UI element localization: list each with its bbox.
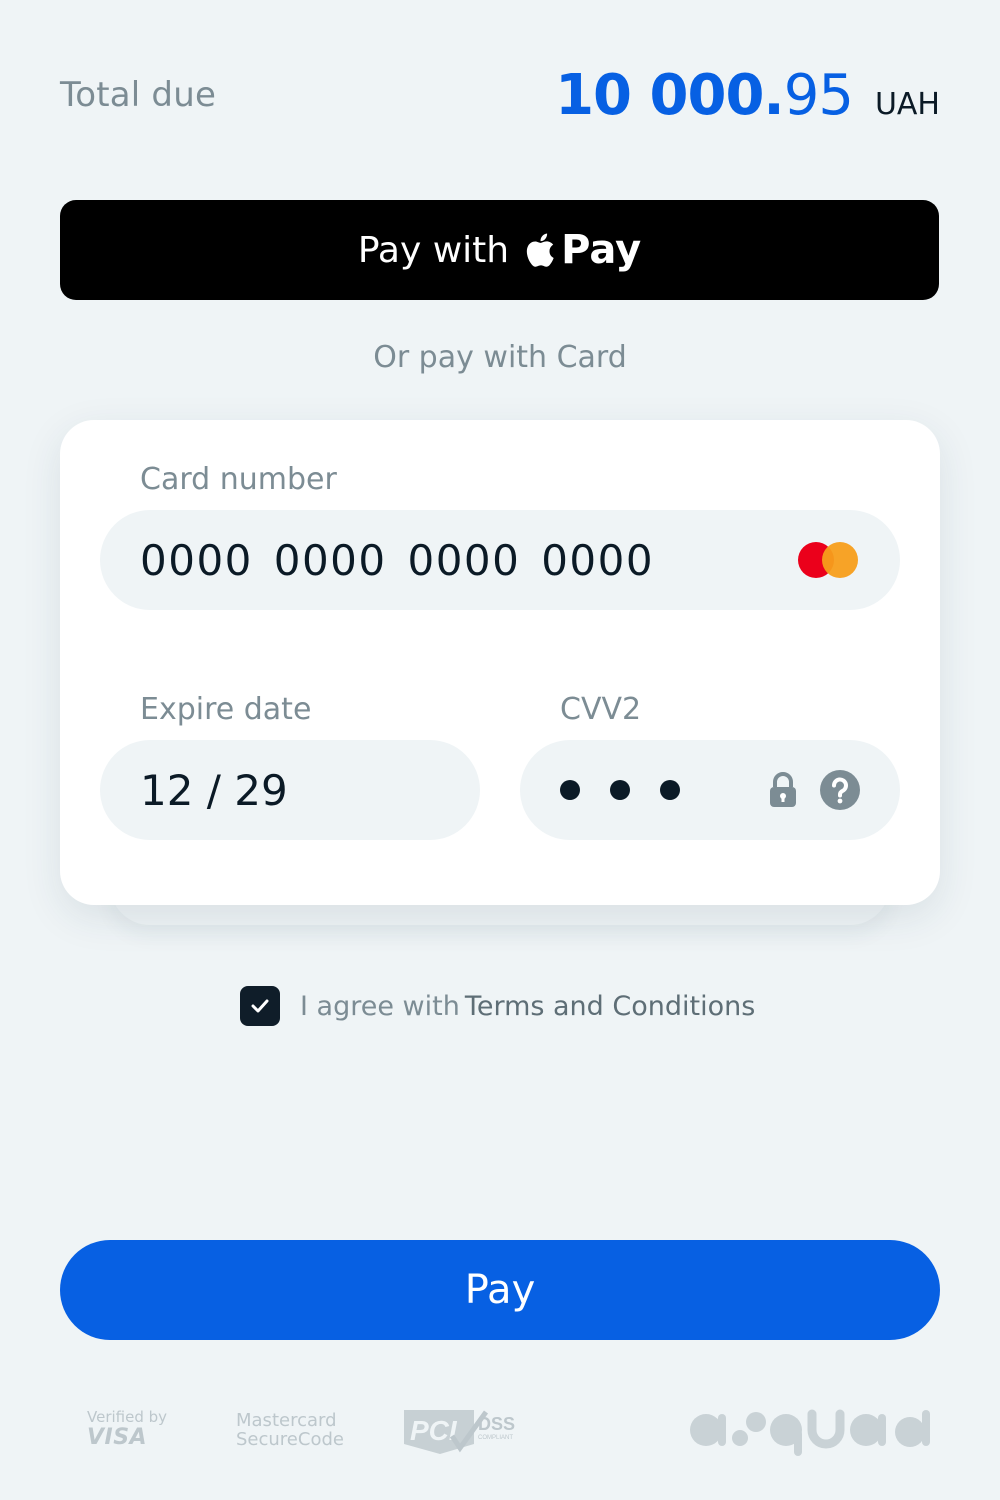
checkmark-icon xyxy=(251,999,269,1013)
svg-text:COMPLIANT: COMPLIANT xyxy=(478,1435,513,1441)
expire-date-label: Expire date xyxy=(140,692,312,727)
card-number-value: 0000 0000 0000 0000 xyxy=(140,535,655,585)
expire-date-value: 12 / 29 xyxy=(140,765,288,815)
mc-bottom-text: SecureCode xyxy=(236,1428,344,1450)
total-due-row: Total due 10 000. 95 UAH xyxy=(60,55,940,135)
expire-date-field[interactable]: 12 / 29 xyxy=(100,740,480,840)
card-number-field[interactable]: 0000 0000 0000 0000 xyxy=(100,510,900,610)
amount-integer: 10 000. xyxy=(555,62,785,128)
svg-text:DSS: DSS xyxy=(478,1414,515,1434)
currency-label: UAH xyxy=(874,86,940,122)
apple-pay-prefix: Pay with xyxy=(357,229,510,271)
apple-pay-button[interactable]: Pay with Pay xyxy=(60,200,939,300)
terms-checkbox[interactable] xyxy=(240,986,280,1026)
card-form: Card number 0000 0000 0000 0000 Expire d… xyxy=(60,420,940,905)
visa-bottom-text: VISA xyxy=(87,1425,148,1450)
terms-link[interactable]: Terms and Conditions xyxy=(465,991,755,1022)
pay-button[interactable]: Pay xyxy=(60,1240,940,1340)
apple-pay-word: Pay xyxy=(561,227,642,273)
footer-security-logos: Verified by VISA Mastercard SecureCode P… xyxy=(0,1400,1000,1470)
cvv-field[interactable] xyxy=(520,740,900,840)
lock-icon xyxy=(770,772,796,807)
ipay-logo xyxy=(690,1409,930,1456)
cvv-dot xyxy=(660,780,680,800)
or-pay-with-card-label: Or pay with Card xyxy=(373,340,627,375)
help-icon[interactable] xyxy=(820,770,860,810)
amount-decimal: 95 xyxy=(783,62,854,128)
pci-dss-logo: PCI DSS COMPLIANT xyxy=(404,1410,515,1454)
mastercard-icon xyxy=(798,542,860,578)
card-number-label: Card number xyxy=(140,462,337,497)
verified-by-visa-logo: Verified by VISA xyxy=(87,1410,167,1449)
cvv-dot xyxy=(560,780,580,800)
apple-icon xyxy=(526,233,554,267)
cvv-masked-value xyxy=(560,780,680,800)
visa-top-text: Verified by xyxy=(87,1408,168,1426)
cvv-dot xyxy=(610,780,630,800)
terms-agreement: I agree with Terms and Conditions xyxy=(240,985,755,1027)
total-amount: 10 000. 95 UAH xyxy=(555,63,940,128)
mastercard-securecode-logo: Mastercard SecureCode xyxy=(236,1411,344,1450)
svg-text:PCI: PCI xyxy=(410,1415,458,1446)
total-due-label: Total due xyxy=(60,75,217,115)
cvv-label: CVV2 xyxy=(560,692,642,727)
agree-text: I agree with xyxy=(300,990,460,1022)
